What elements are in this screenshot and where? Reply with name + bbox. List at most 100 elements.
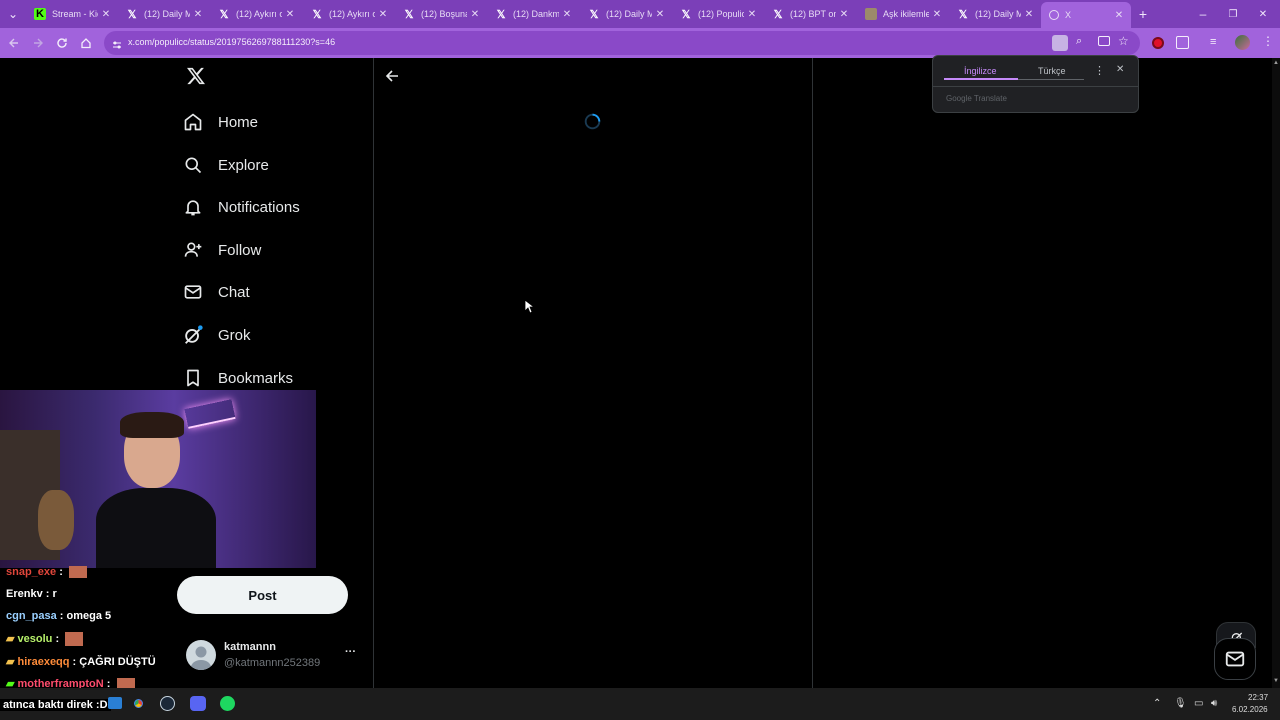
main-column-right-border	[812, 58, 813, 688]
tab-favicon-icon: 𝕏	[589, 8, 599, 21]
chat-badge: ▰	[6, 656, 15, 668]
browser-tab[interactable]: Aşk ikilemle...✕	[857, 3, 949, 25]
taskbar-steam-icon[interactable]	[160, 696, 175, 711]
tab-favicon-icon	[865, 8, 877, 20]
account-switcher[interactable]: katmannn @katmannn252389 ···	[183, 636, 363, 676]
tray-mic-icon[interactable]: 🎙︎	[1174, 698, 1187, 709]
tab-title: (12) Aykırı or...	[329, 9, 375, 19]
media-control-icon[interactable]: ≡	[1210, 36, 1216, 48]
chat-line: ▰ vesolu :	[6, 632, 84, 647]
browser-tab-strip: ⌄ KStream - Kick✕𝕏(12) Daily M...✕𝕏(12) …	[0, 0, 1280, 28]
tab-close-icon[interactable]: ✕	[190, 9, 206, 20]
tray-chevron-icon[interactable]: ⌃	[1153, 698, 1161, 709]
tray-monitor-icon[interactable]: ▭	[1194, 698, 1203, 709]
extension-opera-icon[interactable]	[1152, 37, 1164, 49]
browser-tab[interactable]: X ✕	[1041, 2, 1131, 28]
windows-taskbar: atınca baktı direk :D ⌃ 🎙︎ ▭ 🔊︎ 22:37 6.…	[0, 688, 1280, 720]
nav-grok[interactable]: Grok	[182, 317, 251, 353]
search-icon	[182, 154, 204, 176]
nav-home[interactable]: Home	[182, 104, 258, 140]
chat-line: ▰ hiraexeqq : ÇAĞRI DÜŞTÜ	[6, 655, 156, 668]
post-button[interactable]: Post	[177, 576, 348, 614]
tab-close-icon[interactable]: ✕	[375, 9, 391, 20]
translate-more-icon[interactable]: ⋮	[1094, 64, 1105, 77]
zoom-icon[interactable]: ⌕	[1076, 35, 1082, 48]
tab-close-icon[interactable]: ✕	[929, 9, 945, 20]
browser-tab[interactable]: 𝕏 (12) Dankme...✕	[487, 3, 579, 25]
chat-emote	[68, 566, 87, 579]
tab-close-icon[interactable]: ✕	[744, 9, 760, 20]
site-info-icon[interactable]	[112, 37, 122, 49]
translate-source-tab[interactable]: İngilizce	[964, 66, 997, 76]
tab-close-icon[interactable]: ✕	[98, 9, 114, 20]
nav-bookmarks-label: Bookmarks	[218, 369, 294, 387]
taskbar-time[interactable]: 22:37	[1248, 693, 1268, 702]
profile-avatar[interactable]	[1235, 35, 1250, 50]
account-more-icon[interactable]: ···	[345, 646, 356, 658]
tab-close-icon[interactable]: ✕	[467, 9, 483, 20]
tab-favicon-icon: 𝕏	[312, 8, 322, 21]
tab-favicon-icon: 𝕏	[127, 8, 137, 21]
taskbar-date[interactable]: 6.02.2026	[1232, 705, 1268, 714]
tray-volume-icon[interactable]: 🔊︎	[1211, 698, 1217, 709]
home-browser-icon[interactable]	[77, 34, 95, 52]
tab-close-icon[interactable]: ✕	[1021, 9, 1037, 20]
browser-tab[interactable]: 𝕏 (12) Aykırı or...✕	[210, 3, 302, 25]
reload-icon[interactable]	[53, 34, 71, 52]
browser-tab[interactable]: 𝕏 (12) BPT on ...✕	[764, 3, 856, 25]
install-app-icon[interactable]	[1098, 36, 1110, 46]
browser-tab[interactable]: 𝕏 (12) Boşuna...✕	[395, 3, 487, 25]
translate-icon[interactable]	[1052, 35, 1068, 51]
nav-follow[interactable]: Follow	[182, 232, 261, 268]
extensions-icon[interactable]	[1176, 36, 1189, 49]
forward-icon[interactable]	[29, 34, 47, 52]
scroll-down-arrow[interactable]: ▼	[1273, 678, 1279, 684]
nav-notifications[interactable]: Notifications	[182, 189, 300, 225]
browser-tab[interactable]: K Stream - Kick✕	[26, 3, 118, 25]
avatar	[186, 640, 216, 670]
bookmark-star-icon[interactable]: ☆	[1118, 34, 1129, 48]
taskbar-spotify-icon[interactable]	[220, 696, 235, 711]
tab-search-icon[interactable]: ⌄	[4, 5, 22, 23]
tab-close-icon[interactable]: ✕	[836, 9, 852, 20]
tab-title: (12) Daily M...	[975, 9, 1021, 19]
tab-title: (12) Aykırı or...	[236, 9, 282, 19]
back-arrow-icon[interactable]	[385, 69, 401, 85]
nav-explore-label: Explore	[218, 156, 269, 174]
taskbar-chrome-icon[interactable]	[131, 696, 146, 711]
browser-tab[interactable]: 𝕏 (12) Populic...✕	[672, 3, 764, 25]
browser-tab[interactable]: 𝕏 (12) Aykırı or...✕	[303, 3, 395, 25]
browser-tab[interactable]: 𝕏 (12) Daily M...✕	[118, 3, 210, 25]
tab-title: X	[1065, 10, 1072, 20]
window-close-button[interactable]: ✕	[1254, 5, 1272, 23]
tab-close-icon[interactable]: ✕	[652, 9, 668, 20]
messages-float-button[interactable]	[1214, 638, 1256, 680]
webcam-figurine	[38, 490, 74, 550]
nav-chat-label: Chat	[218, 283, 250, 301]
webcam-neon-sign	[184, 399, 236, 429]
browser-tab[interactable]: 𝕏 (12) Daily M...✕	[580, 3, 672, 25]
tab-close-icon[interactable]: ✕	[559, 9, 575, 20]
tab-title: (12) Daily M...	[606, 9, 652, 19]
browser-tab[interactable]: 𝕏 (12) Daily M...✕	[949, 3, 1041, 25]
nav-explore[interactable]: Explore	[182, 147, 269, 183]
page-scrollbar[interactable]: ▲ ▼	[1272, 58, 1280, 688]
scroll-up-arrow[interactable]: ▲	[1273, 60, 1279, 66]
chat-text: :	[56, 566, 63, 578]
back-icon[interactable]	[5, 34, 23, 52]
grok-icon	[182, 324, 204, 346]
minimize-button[interactable]: –	[1194, 5, 1212, 23]
new-tab-button[interactable]: +	[1134, 5, 1152, 23]
translate-close-icon[interactable]: ✕	[1116, 64, 1124, 75]
tab-close-icon[interactable]: ✕	[1111, 10, 1127, 21]
address-bar[interactable]: x.com/populicc/status/201975626978811123…	[104, 31, 1140, 55]
translate-target-tab[interactable]: Türkçe	[1038, 66, 1066, 76]
taskbar-discord-icon[interactable]	[190, 696, 206, 711]
restore-button[interactable]: ❐	[1224, 5, 1242, 23]
tab-close-icon[interactable]: ✕	[282, 9, 298, 20]
browser-menu-icon[interactable]: ⋮	[1262, 34, 1274, 48]
taskbar-file-explorer-icon[interactable]	[108, 697, 122, 709]
translate-footer: Google Translate	[946, 94, 1007, 103]
bookmark-icon	[182, 367, 204, 389]
nav-chat[interactable]: Chat	[182, 274, 250, 310]
